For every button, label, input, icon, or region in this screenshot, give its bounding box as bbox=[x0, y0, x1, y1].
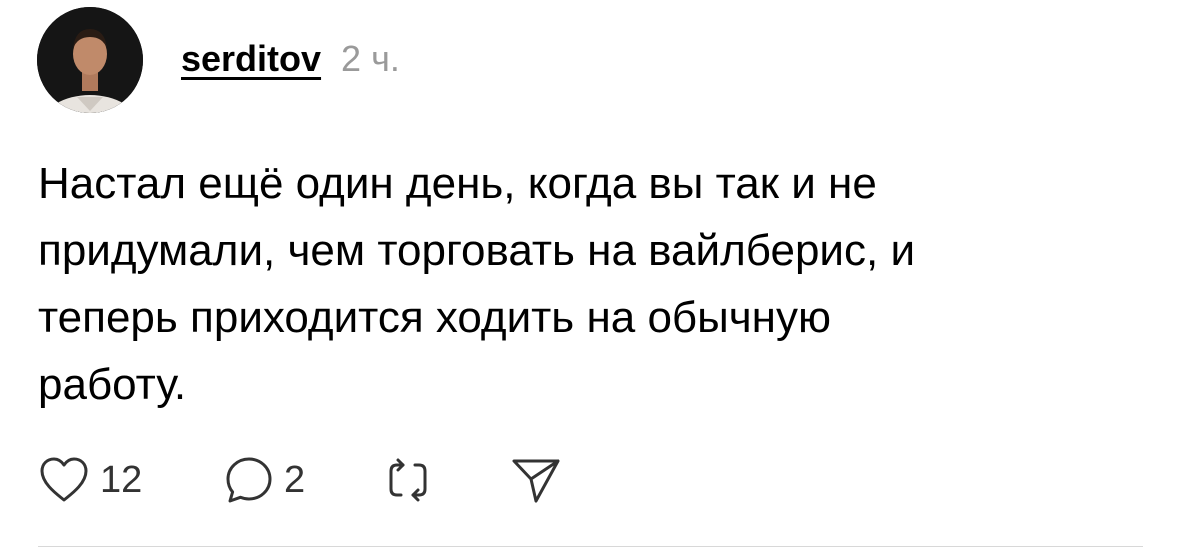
user-avatar-image bbox=[37, 7, 143, 113]
repost-icon bbox=[383, 455, 433, 505]
post-divider bbox=[38, 546, 1143, 547]
send-icon bbox=[510, 455, 562, 505]
avatar[interactable] bbox=[37, 7, 143, 113]
like-count: 12 bbox=[100, 458, 143, 501]
post-actions: 12 2 bbox=[38, 452, 562, 508]
share-button[interactable] bbox=[510, 455, 562, 505]
comment-icon bbox=[224, 455, 274, 505]
repost-button[interactable] bbox=[383, 455, 510, 505]
username-link[interactable]: serditov bbox=[181, 38, 321, 80]
comment-button[interactable]: 2 bbox=[224, 455, 383, 505]
heart-icon bbox=[38, 456, 90, 504]
post-card: serditov 2 ч. Настал ещё один день, когд… bbox=[0, 0, 1179, 560]
comment-count: 2 bbox=[284, 458, 306, 501]
post-timestamp: 2 ч. bbox=[341, 38, 400, 79]
like-button[interactable]: 12 bbox=[38, 456, 224, 504]
post-text: Настал ещё один день, когда вы так и не … bbox=[38, 159, 916, 409]
post-header: serditov 2 ч. bbox=[181, 38, 400, 88]
